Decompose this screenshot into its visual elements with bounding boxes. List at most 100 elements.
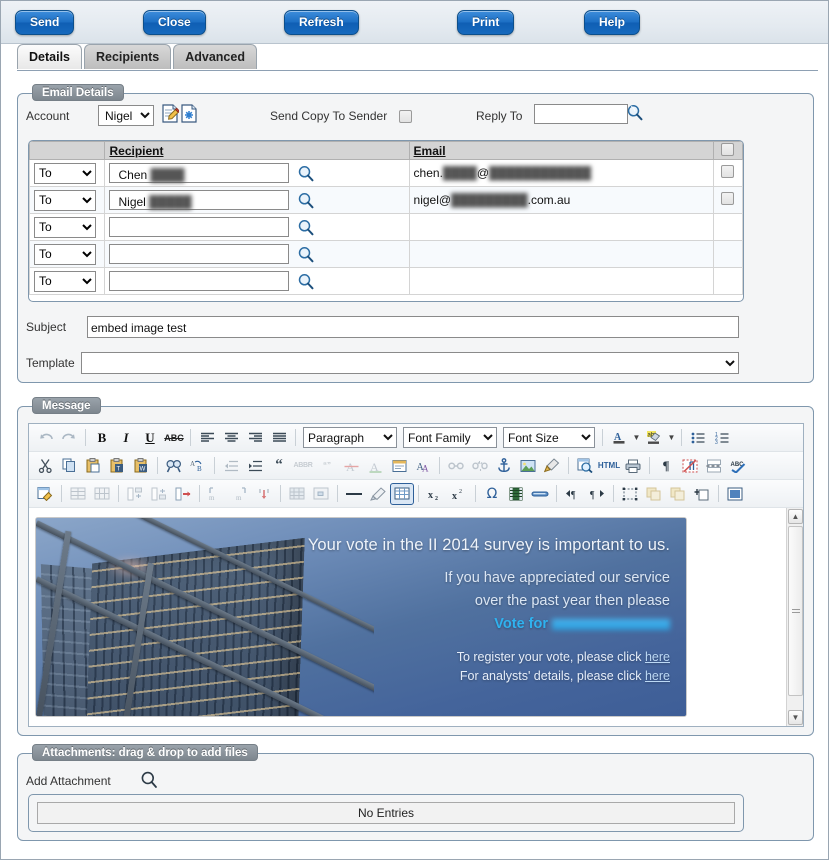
recipient-input[interactable]	[109, 217, 289, 237]
align-right-icon[interactable]	[243, 427, 267, 449]
recipient-search-icon[interactable]	[297, 219, 313, 235]
scroll-up-button[interactable]: ▲	[788, 509, 803, 524]
table-cell-properties-icon[interactable]	[309, 483, 333, 505]
recipient-input[interactable]	[109, 244, 289, 264]
recipient-input[interactable]	[109, 163, 289, 183]
new-document-icon[interactable]	[180, 104, 198, 123]
refresh-button[interactable]: Refresh	[284, 10, 359, 35]
paste-icon[interactable]	[81, 455, 105, 477]
subject-input[interactable]: embed image test	[87, 316, 739, 338]
delete-column-icon[interactable]	[252, 483, 276, 505]
page-break-icon[interactable]	[702, 455, 726, 477]
anchor-icon[interactable]	[492, 455, 516, 477]
copy-region-icon[interactable]	[642, 483, 666, 505]
table-row[interactable]: To	[30, 241, 743, 268]
font-size-select[interactable]: Font Size	[503, 427, 595, 448]
insert-column-after-icon[interactable]: m	[228, 483, 252, 505]
help-button[interactable]: Help	[584, 10, 640, 35]
recipient-input[interactable]	[109, 271, 289, 291]
find-icon[interactable]	[162, 455, 186, 477]
scroll-down-button[interactable]: ▼	[788, 710, 803, 725]
banner-register-link[interactable]: here	[645, 650, 670, 664]
align-justify-icon[interactable]	[267, 427, 291, 449]
message-body-canvas[interactable]: Your vote in the II 2014 survey is impor…	[29, 508, 786, 726]
background-color-icon[interactable]: ab	[642, 427, 666, 449]
bold-icon[interactable]: B	[90, 427, 114, 449]
subscript-icon[interactable]: x2	[423, 483, 447, 505]
ltr-direction-icon[interactable]: ¶	[561, 483, 585, 505]
underline-icon[interactable]: U	[138, 427, 162, 449]
recipient-search-icon[interactable]	[297, 165, 313, 181]
find-replace-icon[interactable]: AB	[186, 455, 210, 477]
indent-icon[interactable]	[243, 455, 267, 477]
table-row[interactable]: To Chen ████ chen.████@████████████	[30, 160, 743, 187]
strikethrough-icon[interactable]: ABC	[162, 427, 186, 449]
delete-row-icon[interactable]	[171, 483, 195, 505]
tab-details[interactable]: Details	[17, 44, 82, 69]
grid-select-all-checkbox[interactable]	[721, 143, 734, 156]
undo-icon[interactable]	[33, 427, 57, 449]
reply-to-input[interactable]	[534, 104, 628, 124]
unlink-icon[interactable]	[468, 455, 492, 477]
print-icon[interactable]	[621, 455, 645, 477]
template-select[interactable]	[81, 352, 739, 374]
edit-table-properties-icon[interactable]	[33, 483, 57, 505]
insert-table-icon[interactable]	[390, 483, 414, 505]
show-invisible-characters-icon[interactable]: ¶	[654, 455, 678, 477]
row-type-select[interactable]: To	[34, 163, 96, 184]
paste-from-word-icon[interactable]: W	[129, 455, 153, 477]
outdent-icon[interactable]	[219, 455, 243, 477]
insert-row-after-icon[interactable]	[147, 483, 171, 505]
row-checkbox[interactable]	[721, 165, 734, 178]
text-color-icon[interactable]: A	[607, 427, 631, 449]
grid-col-recipient[interactable]: Recipient	[109, 144, 163, 158]
close-button[interactable]: Close	[143, 10, 206, 35]
clean-formatting-icon[interactable]	[540, 455, 564, 477]
row-type-select[interactable]: To	[34, 190, 96, 211]
preview-icon[interactable]	[573, 455, 597, 477]
quotation-icon[interactable]: “”	[315, 455, 339, 477]
insert-horizontal-bar-icon[interactable]	[528, 483, 552, 505]
copy-icon[interactable]	[57, 455, 81, 477]
add-attachment-search-icon[interactable]	[140, 771, 156, 787]
superscript-icon[interactable]: x2	[447, 483, 471, 505]
bullet-list-icon[interactable]	[686, 427, 710, 449]
fullscreen-icon[interactable]	[723, 483, 747, 505]
background-color-dropdown-icon[interactable]: ▼	[666, 427, 677, 449]
insert-row-before-icon[interactable]	[123, 483, 147, 505]
embedded-banner-image[interactable]: Your vote in the II 2014 survey is impor…	[35, 517, 687, 717]
numbered-list-icon[interactable]: 123	[710, 427, 734, 449]
scroll-thumb[interactable]	[788, 526, 803, 696]
horizontal-rule-icon[interactable]	[342, 483, 366, 505]
insert-template-icon[interactable]	[387, 455, 411, 477]
grid-col-email[interactable]: Email	[414, 144, 446, 158]
row-type-select[interactable]: To	[34, 244, 96, 265]
row-checkbox[interactable]	[721, 192, 734, 205]
select-all-region-icon[interactable]	[618, 483, 642, 505]
insert-link-icon[interactable]	[444, 455, 468, 477]
table-row-properties-icon[interactable]	[285, 483, 309, 505]
insert-media-icon[interactable]	[504, 483, 528, 505]
tab-recipients[interactable]: Recipients	[84, 44, 171, 69]
text-color-dropdown-icon[interactable]: ▼	[631, 427, 642, 449]
insert-column-before-icon[interactable]: m	[204, 483, 228, 505]
italic-icon[interactable]: I	[114, 427, 138, 449]
cut-region-icon[interactable]	[666, 483, 690, 505]
table-row[interactable]: To Nigel █████ nigel@█████████.com.au	[30, 187, 743, 214]
recipient-input[interactable]	[109, 190, 289, 210]
recipient-search-icon[interactable]	[297, 246, 313, 262]
table-row[interactable]: To	[30, 268, 743, 295]
message-vertical-scrollbar[interactable]: ▲ ▼	[786, 508, 803, 726]
align-center-icon[interactable]	[219, 427, 243, 449]
html-source-icon[interactable]: HTML	[597, 455, 621, 477]
banner-analysts-link[interactable]: here	[645, 669, 670, 683]
tab-advanced[interactable]: Advanced	[173, 44, 257, 69]
row-type-select[interactable]: To	[34, 217, 96, 238]
font-family-select[interactable]: Font Family	[403, 427, 497, 448]
spellcheck-icon[interactable]: ABC	[726, 455, 750, 477]
rtl-direction-icon[interactable]: ¶	[585, 483, 609, 505]
paragraph-format-select[interactable]: Paragraph	[303, 427, 397, 448]
paste-region-icon[interactable]	[690, 483, 714, 505]
paste-as-text-icon[interactable]: T	[105, 455, 129, 477]
blockquote-icon[interactable]: “	[267, 455, 291, 477]
